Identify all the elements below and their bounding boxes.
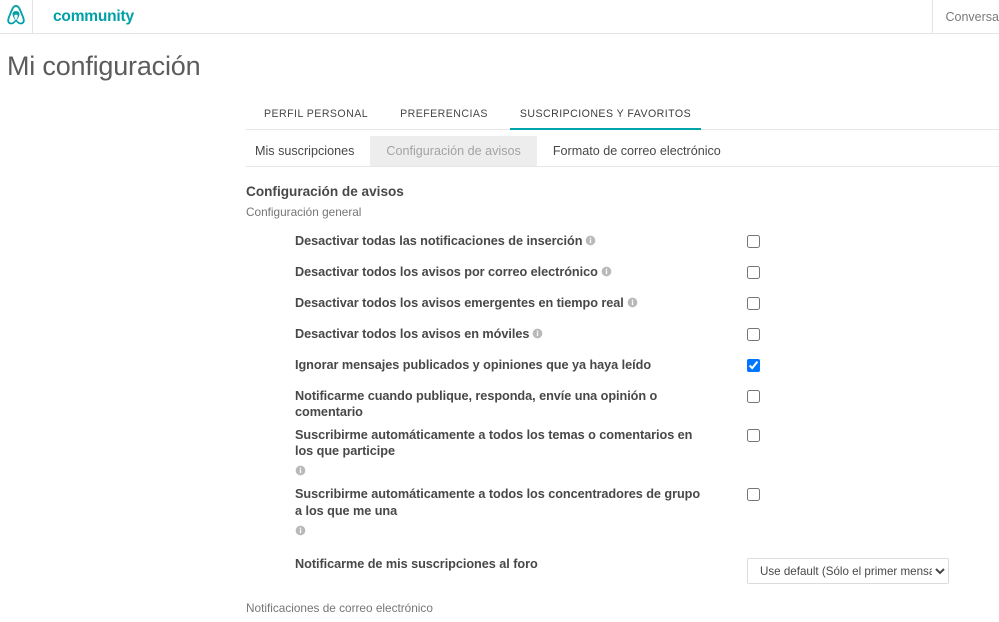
setting-label: Suscribirme automáticamente a todos los …: [246, 486, 701, 540]
subtab-configuracion-de-avisos[interactable]: Configuración de avisos: [370, 136, 537, 166]
checkbox-suscribirme-temas-participe[interactable]: [747, 428, 760, 442]
setting-label-text: Notificarme cuando publique, responda, e…: [295, 389, 658, 420]
section-subtitle-email-notifications: Notificaciones de correo electrónico: [246, 601, 433, 615]
info-icon[interactable]: [627, 296, 638, 312]
primary-tabs: PERFIL PERSONAL PREFERENCIAS SUSCRIPCION…: [246, 101, 999, 130]
setting-label-text: Desactivar todas las notificaciones de i…: [295, 234, 583, 248]
tab-suscripciones-y-favoritos[interactable]: SUSCRIPCIONES Y FAVORITOS: [509, 108, 702, 130]
setting-label: Ignorar mensajes publicados y opiniones …: [246, 357, 701, 373]
setting-label-text: Suscribirme automáticamente a todos los …: [295, 427, 693, 458]
checkbox-desactivar-avisos-moviles[interactable]: [747, 328, 760, 341]
setting-control: [701, 264, 760, 279]
logo-cell[interactable]: [0, 0, 33, 33]
site-header: community Conversa: [0, 0, 999, 34]
setting-label: Desactivar todos los avisos en móviles: [246, 326, 701, 343]
settings-list: Desactivar todas las notificaciones de i…: [246, 227, 999, 584]
checkbox-notificarme-publique-responda[interactable]: [747, 390, 760, 403]
setting-label: Notificarme de mis suscripciones al foro: [246, 556, 701, 572]
checkbox-desactivar-notificaciones-insercion[interactable]: [747, 235, 760, 248]
subtab-mis-suscripciones[interactable]: Mis suscripciones: [246, 136, 370, 166]
tab-preferencias[interactable]: PREFERENCIAS: [390, 108, 498, 129]
checkbox-desactivar-avisos-emergentes[interactable]: [747, 297, 760, 310]
setting-row: Notificarme de mis suscripciones al foro…: [246, 540, 999, 584]
info-icon[interactable]: [295, 524, 701, 540]
main-content: PERFIL PERSONAL PREFERENCIAS SUSCRIPCION…: [0, 101, 999, 622]
checkbox-suscribirme-concentradores-grupo[interactable]: [747, 488, 760, 502]
section-subtitle-general: Configuración general: [246, 205, 362, 219]
setting-label: Desactivar todos los avisos por correo e…: [246, 264, 701, 281]
setting-row: Notificarme cuando publique, responda, e…: [246, 382, 999, 421]
setting-label: Desactivar todos los avisos emergentes e…: [246, 295, 701, 312]
header-nav-right: Conversa: [931, 0, 999, 33]
setting-row: Desactivar todos los avisos por correo e…: [246, 258, 999, 289]
setting-row: Desactivar todos los avisos emergentes e…: [246, 289, 999, 320]
setting-label: Notificarme cuando publique, responda, e…: [246, 388, 701, 421]
setting-control: [701, 486, 760, 502]
setting-row: Suscribirme automáticamente a todos los …: [246, 421, 999, 481]
info-icon[interactable]: [601, 265, 612, 281]
setting-row: Desactivar todos los avisos en móviles: [246, 320, 999, 351]
setting-control: [701, 357, 760, 372]
tab-perfil-personal[interactable]: PERFIL PERSONAL: [254, 108, 378, 129]
setting-label-text: Desactivar todos los avisos emergentes e…: [295, 296, 624, 310]
setting-row: Suscribirme automáticamente a todos los …: [246, 480, 999, 540]
header-link-conversations[interactable]: Conversa: [946, 10, 999, 24]
setting-control: [701, 233, 760, 248]
setting-control: Use default (Sólo el primer mensaje p: [701, 556, 949, 584]
setting-control: [701, 295, 760, 310]
subtab-formato-de-correo-electronico[interactable]: Formato de correo electrónico: [537, 136, 737, 166]
sub-tabs: Mis suscripciones Configuración de aviso…: [246, 136, 999, 167]
setting-control: [701, 427, 760, 442]
brand-cell[interactable]: community: [33, 0, 932, 33]
setting-label-text: Ignorar mensajes publicados y opiniones …: [295, 358, 652, 372]
section-title: Configuración de avisos: [246, 184, 404, 199]
airbnb-belo-icon: [5, 3, 27, 31]
setting-row: Desactivar todas las notificaciones de i…: [246, 227, 999, 258]
select-notificarme-suscripciones-foro[interactable]: Use default (Sólo el primer mensaje p: [747, 558, 949, 584]
setting-label-text: Notificarme de mis suscripciones al foro: [295, 557, 538, 571]
setting-label-text: Desactivar todos los avisos en móviles: [295, 327, 530, 341]
info-icon[interactable]: [585, 234, 596, 250]
setting-row: Ignorar mensajes publicados y opiniones …: [246, 351, 999, 382]
setting-label-text: Suscribirme automáticamente a todos los …: [295, 487, 701, 518]
setting-label: Suscribirme automáticamente a todos los …: [246, 427, 701, 481]
checkbox-ignorar-mensajes-leidos[interactable]: [747, 359, 760, 372]
brand-title: community: [53, 7, 134, 25]
setting-control: [701, 326, 760, 341]
info-icon[interactable]: [295, 464, 701, 480]
page-title: Mi configuración: [7, 51, 201, 81]
setting-control: [701, 388, 760, 403]
setting-label-text: Desactivar todos los avisos por correo e…: [295, 265, 598, 279]
checkbox-desactivar-avisos-correo[interactable]: [747, 266, 760, 279]
setting-label: Desactivar todas las notificaciones de i…: [246, 233, 701, 250]
info-icon[interactable]: [532, 327, 543, 343]
